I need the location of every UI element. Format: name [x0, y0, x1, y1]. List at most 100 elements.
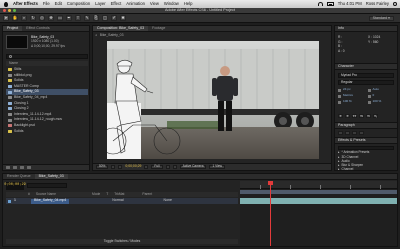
- pen-tool-icon[interactable]: ✒: [66, 15, 72, 21]
- timeline-graph[interactable]: [240, 181, 397, 246]
- horizontal-scale-field[interactable]: 100 %: [367, 100, 395, 104]
- col-t[interactable]: T: [106, 192, 108, 196]
- layer-name[interactable]: Bike_Safety_04.mp4: [30, 198, 70, 204]
- faux-italic-button[interactable]: T: [345, 114, 350, 118]
- mask-tool-icon[interactable]: ▭: [57, 15, 63, 21]
- composition-frame[interactable]: [107, 41, 319, 159]
- visibility-eye-icon[interactable]: [8, 199, 11, 203]
- interpret-footage-icon[interactable]: [6, 166, 10, 169]
- vertical-scale-field[interactable]: 100 %: [338, 100, 365, 104]
- workspace-dropdown[interactable]: Standard ▾: [368, 16, 394, 21]
- rotate-tool-icon[interactable]: ↻: [30, 15, 36, 21]
- toggle-switches-modes-button[interactable]: Toggle Switches / Modes: [6, 239, 238, 244]
- superscript-button[interactable]: T¹: [366, 114, 371, 118]
- menu-composition[interactable]: Composition: [67, 1, 90, 6]
- font-style-dropdown[interactable]: Regular: [338, 80, 394, 85]
- close-window-icon[interactable]: [3, 9, 6, 12]
- menu-clock[interactable]: Thu 4:01 PM: [338, 1, 362, 6]
- kerning-field[interactable]: Metrics: [338, 94, 365, 98]
- faux-bold-button[interactable]: T: [338, 114, 343, 118]
- layer-duration-bar[interactable]: [240, 198, 397, 204]
- menu-edit[interactable]: Edit: [55, 1, 62, 6]
- tab-timeline-comp[interactable]: Bike_Safety_03: [34, 174, 68, 179]
- paragraph-panel-title[interactable]: Paragraph: [335, 123, 397, 129]
- views-dropdown[interactable]: 1 View: [209, 165, 225, 169]
- align-center-icon[interactable]: [345, 131, 350, 135]
- tracking-field[interactable]: 0: [367, 94, 395, 98]
- minimize-window-icon[interactable]: [8, 9, 11, 12]
- font-size-field[interactable]: 24 px: [338, 88, 365, 92]
- work-area-bar[interactable]: [240, 190, 397, 194]
- tab-effect-controls[interactable]: Effect Controls: [22, 26, 54, 31]
- menu-view[interactable]: View: [150, 1, 159, 6]
- camera-tool-icon[interactable]: ◎: [39, 15, 45, 21]
- project-column-header[interactable]: Name: [6, 61, 88, 66]
- type-tool-icon[interactable]: T: [75, 15, 81, 21]
- time-ruler[interactable]: [240, 181, 397, 189]
- brush-tool-icon[interactable]: ✎: [84, 15, 90, 21]
- zoom-window-icon[interactable]: [13, 9, 16, 12]
- effects-item[interactable]: ▸ Channel: [338, 168, 369, 172]
- tab-project[interactable]: Project: [3, 26, 23, 31]
- info-panel-title[interactable]: Info: [335, 26, 397, 32]
- menu-layer[interactable]: Layer: [95, 1, 105, 6]
- menu-window[interactable]: Window: [164, 1, 179, 6]
- selection-tool-icon[interactable]: ➤: [3, 15, 9, 21]
- roto-brush-tool-icon[interactable]: ✐: [111, 15, 117, 21]
- tab-footage[interactable]: Footage: [148, 26, 169, 31]
- layer-parent-dropdown[interactable]: None: [164, 199, 172, 203]
- menu-help[interactable]: Help: [184, 1, 193, 6]
- effects-search-input[interactable]: [338, 146, 394, 150]
- snapshot-icon[interactable]: [144, 165, 149, 169]
- leading-field[interactable]: Auto: [367, 88, 395, 92]
- wifi-icon[interactable]: [317, 2, 323, 6]
- layer-mode-dropdown[interactable]: Normal: [112, 199, 123, 203]
- col-source-name[interactable]: Source Name: [36, 192, 56, 196]
- timeline-timecode[interactable]: 0;00;00;29: [4, 182, 26, 190]
- resolution-dropdown[interactable]: Full: [151, 165, 163, 169]
- all-caps-button[interactable]: TT: [352, 114, 357, 118]
- character-panel-title[interactable]: Character: [335, 64, 397, 70]
- camera-dropdown[interactable]: Active Camera: [179, 165, 207, 169]
- battery-icon[interactable]: [326, 2, 334, 6]
- justify-icon[interactable]: [359, 131, 364, 135]
- font-family-dropdown[interactable]: Myriad Pro: [338, 73, 394, 78]
- trash-icon[interactable]: [27, 166, 31, 169]
- effects-panel-title[interactable]: Effects & Presets: [335, 138, 397, 144]
- project-search-input[interactable]: [6, 54, 88, 59]
- col-parent[interactable]: Parent: [142, 192, 152, 196]
- menu-effect[interactable]: Effect: [111, 1, 122, 6]
- align-left-icon[interactable]: [338, 131, 343, 135]
- eraser-tool-icon[interactable]: ◫: [102, 15, 108, 21]
- menu-animation[interactable]: Animation: [126, 1, 145, 6]
- breadcrumb-comp[interactable]: Bike_Safety_03: [100, 33, 124, 37]
- tab-render-queue[interactable]: Render Queue: [3, 174, 35, 179]
- project-list-item[interactable]: Solids: [6, 129, 88, 135]
- chevron-left-icon[interactable]: ◂: [95, 33, 97, 37]
- col-trkmat[interactable]: TrkMat: [114, 192, 124, 196]
- transparency-grid-icon[interactable]: [172, 165, 177, 169]
- menu-user[interactable]: Ross Fairley: [366, 1, 389, 6]
- subscript-button[interactable]: T₁: [373, 114, 378, 118]
- timeline-search-input[interactable]: [27, 183, 67, 188]
- stamp-tool-icon[interactable]: ⎘: [93, 15, 99, 21]
- hand-tool-icon[interactable]: ✋: [12, 15, 18, 21]
- pan-behind-tool-icon[interactable]: ✥: [48, 15, 54, 21]
- new-folder-icon[interactable]: [13, 166, 17, 169]
- grid-toggle-icon[interactable]: [111, 165, 116, 169]
- viewer-timecode[interactable]: 0;00;00;29: [125, 164, 141, 168]
- mask-toggle-icon[interactable]: [118, 165, 123, 169]
- align-right-icon[interactable]: [352, 131, 357, 135]
- zoom-dropdown[interactable]: 50%: [96, 165, 109, 169]
- menu-after-effects[interactable]: After Effects: [13, 1, 38, 6]
- spotlight-icon[interactable]: [393, 2, 397, 6]
- col-index[interactable]: #: [28, 192, 30, 196]
- new-composition-icon[interactable]: [20, 166, 24, 169]
- zoom-tool-icon[interactable]: ⌕: [21, 15, 27, 21]
- region-of-interest-icon[interactable]: [165, 165, 170, 169]
- tab-composition[interactable]: Composition: Bike_Safety_03: [93, 26, 149, 31]
- col-mode[interactable]: Mode: [92, 192, 100, 196]
- menu-file[interactable]: File: [43, 1, 50, 6]
- puppet-tool-icon[interactable]: ✱: [120, 15, 126, 21]
- apple-icon[interactable]: [3, 1, 9, 7]
